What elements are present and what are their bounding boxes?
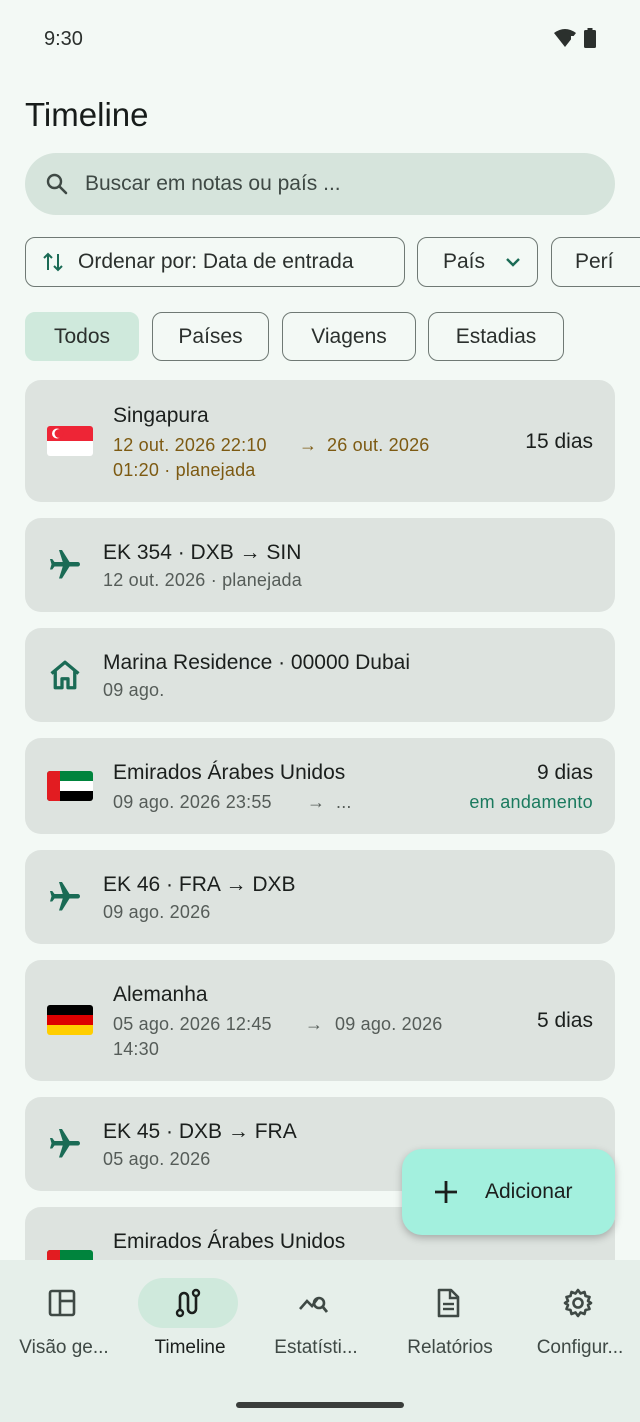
nav-label: Estatísti... <box>274 1337 358 1358</box>
home-indicator[interactable] <box>236 1402 404 1408</box>
card-title: Emirados Árabes Unidos <box>113 1230 346 1253</box>
nav-item-settings[interactable]: Configur... <box>516 1260 640 1380</box>
filter-chip-label: Viagens <box>311 324 387 348</box>
home-icon <box>50 660 80 690</box>
filter-chip-paises[interactable]: Países <box>152 312 269 361</box>
card-title: Singapura <box>113 404 209 427</box>
filter-chip-todos[interactable]: Todos <box>25 312 139 361</box>
query-stats-icon <box>299 1296 329 1313</box>
timeline-card-country[interactable]: Emirados Árabes Unidos 09 ago. 2026 23:5… <box>25 738 615 834</box>
bottom-navigation: Visão ge... Timeline Estatísti... Relató… <box>0 1260 640 1422</box>
card-subtitle: 09 ago. <box>103 680 165 700</box>
nav-label: Visão ge... <box>19 1337 109 1358</box>
singapore-flag-icon <box>47 426 93 456</box>
timeline-card-country[interactable]: Singapura 12 out. 2026 22:10 → 26 out. 2… <box>25 380 615 502</box>
card-date-start: 05 ago. 2026 12:45 <box>113 1014 272 1034</box>
card-date-line2: 14:30 <box>113 1039 160 1059</box>
nav-label: Relatórios <box>407 1337 493 1358</box>
card-duration: 15 dias <box>525 430 593 453</box>
airplane-icon <box>50 550 80 579</box>
card-title: EK 354 · DXB → SIN <box>103 541 302 564</box>
card-date-start: 09 ago. 2026 23:55 <box>113 792 272 812</box>
nav-item-reports[interactable]: Relatórios <box>386 1260 514 1380</box>
period-chip-label: Perí <box>575 250 614 273</box>
document-icon <box>437 1288 460 1318</box>
country-chip[interactable]: País <box>417 237 538 287</box>
card-date-end: 26 out. 2026 <box>327 435 430 455</box>
card-date-end: 09 ago. 2026 <box>335 1014 443 1034</box>
nav-item-timeline[interactable]: Timeline <box>126 1260 254 1380</box>
nav-item-overview[interactable]: Visão ge... <box>0 1260 128 1380</box>
arrow-right-icon: → <box>299 435 318 455</box>
nav-label: Timeline <box>154 1337 226 1358</box>
battery-icon <box>584 28 596 48</box>
filter-chip-viagens[interactable]: Viagens <box>282 312 416 361</box>
card-subtitle: 05 ago. 2026 <box>103 1149 211 1169</box>
dashboard-icon <box>48 1289 76 1317</box>
search-icon <box>46 173 68 195</box>
filter-chip-label: Estadias <box>455 324 537 348</box>
germany-flag-icon <box>47 1005 93 1035</box>
page-title: Timeline <box>25 96 149 133</box>
airplane-icon <box>50 882 80 911</box>
add-button[interactable]: Adicionar <box>402 1149 615 1235</box>
gear-icon <box>563 1288 593 1318</box>
country-chip-label: País <box>443 250 486 273</box>
search-bar[interactable]: Buscar em notas ou país ... <box>25 153 615 215</box>
card-title: Marina Residence · 00000 Dubai <box>103 651 411 674</box>
sort-chips-row[interactable]: Ordenar por: Data de entrada País Perí <box>25 237 640 287</box>
filter-chip-estadias[interactable]: Estadias <box>428 312 564 361</box>
plus-icon <box>435 1181 457 1203</box>
route-icon <box>175 1288 201 1318</box>
arrow-right-icon: → <box>305 1014 324 1034</box>
uae-flag-icon <box>47 771 93 801</box>
search-placeholder[interactable]: Buscar em notas ou país ... <box>85 172 341 196</box>
timeline-card-country[interactable]: Alemanha 05 ago. 2026 12:45 → 09 ago. 20… <box>25 960 615 1081</box>
add-button-label: Adicionar <box>485 1180 573 1203</box>
swap-vert-icon <box>43 252 63 272</box>
arrow-right-icon: → <box>307 792 326 812</box>
sort-chip[interactable]: Ordenar por: Data de entrada <box>25 237 405 287</box>
status-time: 9:30 <box>44 28 83 50</box>
period-chip[interactable]: Perí <box>551 237 640 287</box>
timeline-card-flight[interactable]: EK 354 · DXB → SIN 12 out. 2026 · planej… <box>25 518 615 612</box>
card-subtitle: 12 out. 2026 · planejada <box>103 570 302 590</box>
card-subtitle: 09 ago. 2026 <box>103 902 211 922</box>
card-duration: 9 dias <box>536 761 593 784</box>
nav-label: Configur... <box>536 1337 624 1358</box>
card-date-start: 12 out. 2026 22:10 <box>113 435 267 455</box>
filter-chip-label: Países <box>178 324 243 348</box>
card-title: Alemanha <box>113 983 208 1006</box>
chevron-down-icon <box>506 258 520 267</box>
filter-chip-label: Todos <box>53 324 111 348</box>
timeline-card-stay[interactable]: Marina Residence · 00000 Dubai 09 ago. <box>25 628 615 722</box>
card-title: Emirados Árabes Unidos <box>113 761 346 784</box>
airplane-icon <box>50 1129 80 1158</box>
card-duration: 5 dias <box>536 1009 593 1032</box>
card-title: EK 46 · FRA → DXB <box>103 873 296 896</box>
timeline-card-flight[interactable]: EK 46 · FRA → DXB 09 ago. 2026 <box>25 850 615 944</box>
status-bar: 9:30 <box>0 0 640 80</box>
card-status: em andamento <box>469 792 593 812</box>
nav-item-statistics[interactable]: Estatísti... <box>252 1260 380 1380</box>
sort-chip-label: Ordenar por: Data de entrada <box>78 250 354 273</box>
wifi-icon <box>554 29 576 47</box>
card-title: EK 45 · DXB → FRA <box>103 1120 297 1143</box>
card-date-end: ... <box>336 792 352 812</box>
card-date-line2: 01:20 · planejada <box>113 460 256 480</box>
